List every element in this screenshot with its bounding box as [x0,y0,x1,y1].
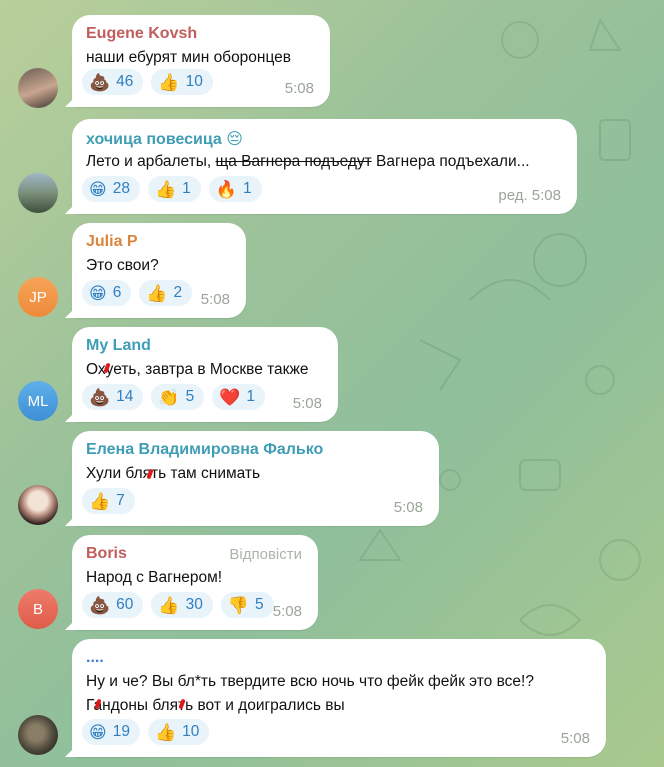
reaction-count: 1 [246,388,256,405]
grin-icon: 😁 [89,179,107,199]
reaction-thumbs-up[interactable]: 👍 1 [147,176,201,202]
fire-icon: 🔥 [215,179,237,199]
poop-icon: 💩 [89,595,111,615]
message-time: 5:08 [393,499,423,516]
message-text: Народ с Вагнером! [86,569,223,586]
message-bubble[interactable]: Елена Владимировна Фалько Хули блять там… [72,431,439,526]
reactions: 💩 46 👍 10 [82,69,213,95]
reaction-count: 5 [185,388,195,405]
reaction-thumbs-up[interactable]: 👍 30 [151,592,213,618]
reaction-count: 5 [255,596,264,613]
reaction-grin[interactable]: 😁 6 [82,280,132,306]
reaction-poop[interactable]: 💩 14 [82,384,144,410]
reaction-thumbs-up[interactable]: 👍 2 [139,280,193,306]
reactions: 😁 6 👍 2 [82,280,193,306]
reaction-clap[interactable]: 👏 5 [151,384,205,410]
message-text: Лето и арбалеты, ща Вагнера подъедут Ваг… [86,153,530,170]
message-text: Охуеть, завтра в Москве также [86,361,309,378]
avatar-elena[interactable] [18,485,58,525]
reaction-count: 2 [173,284,183,301]
sender-name[interactable]: Julia P [86,233,138,251]
grin-icon: 😁 [89,283,107,303]
message-bubble[interactable]: Eugene Kovsh наши ебурят мин оборонцев 💩… [72,15,330,107]
reaction-count: 1 [242,180,252,197]
message-time: 5:08 [272,603,302,620]
reaction-count: 60 [116,596,134,613]
reactions: 💩 14 👏 5 ❤️ 1 [82,384,266,410]
message-text: наши ебурят мин оборонцев [86,49,292,66]
struck-text: ща Вагнера подъедут [215,153,372,170]
reaction-thumbs-up[interactable]: 👍 10 [151,69,213,95]
heart-icon: ❤️ [219,387,241,407]
thumbs-up-icon: 👍 [158,72,180,92]
sender-name[interactable]: Boris [86,545,127,563]
thumbs-down-icon: 👎 [227,595,250,615]
avatar-hochica[interactable] [18,173,58,213]
reaction-fire[interactable]: 🔥 1 [208,176,262,202]
poop-icon: 💩 [89,72,111,92]
reaction-count: 46 [116,73,134,90]
message-time: 5:08 [560,730,590,747]
avatar-boris[interactable]: B [18,589,58,629]
reaction-count: 10 [182,723,200,740]
avatar-eugene-kovsh[interactable] [18,68,58,108]
reaction-count: 7 [116,492,125,509]
reactions: 😁 19 👍 10 [82,719,210,745]
reaction-poop[interactable]: 💩 46 [82,69,144,95]
avatar-dots[interactable] [18,715,58,755]
message-text-line-2: Гандоны блять вот и доигрались вы [86,697,345,714]
reaction-count: 14 [116,388,134,405]
message-text-line-1: Ну и че? Вы бл*ть твердите всю ночь что … [86,673,534,690]
reaction-count: 10 [185,73,203,90]
reaction-count: 28 [112,180,130,197]
message-bubble[interactable]: хочица повесица 😔 Лето и арбалеты, ща Ва… [72,119,577,214]
reaction-count: 1 [182,180,191,197]
reactions: 💩 60 👍 30 👎 5 [82,592,274,618]
message-time: 5:08 [284,80,314,97]
thumbs-up-icon: 👍 [89,491,111,511]
reaction-thumbs-down[interactable]: 👎 5 [220,592,274,618]
avatar-my-land[interactable]: ML [18,381,58,421]
sender-name[interactable]: .... [86,649,104,667]
reaction-grin[interactable]: 😁 28 [82,176,140,202]
sender-name[interactable]: Елена Владимировна Фалько [86,441,323,459]
message-bubble[interactable]: My Land Охуеть, завтра в Москве также 💩 1… [72,327,338,422]
sender-name[interactable]: Eugene Kovsh [86,25,197,43]
message-bubble[interactable]: .... Ну и че? Вы бл*ть твердите всю ночь… [72,639,606,757]
avatar-julia-p[interactable]: JP [18,277,58,317]
clap-icon: 👏 [158,387,180,407]
sender-name[interactable]: My Land [86,337,151,355]
thumbs-up-icon: 👍 [154,722,177,742]
message-text: Хули блять там снимать [86,465,261,482]
reaction-count: 19 [112,723,130,740]
reactions: 👍 7 [82,488,135,514]
thumbs-up-icon: 👍 [154,179,177,199]
reaction-thumbs-up[interactable]: 👍 10 [147,719,210,745]
thumbs-up-icon: 👍 [146,283,168,303]
message-bubble[interactable]: Julia P Это свои? 😁 6 👍 2 5:08 [72,223,246,318]
thumbs-up-icon: 👍 [158,595,180,615]
sender-name[interactable]: хочица повесица 😔 [86,129,243,149]
reaction-count: 6 [112,284,122,301]
reaction-count: 30 [185,596,203,613]
message-bubble[interactable]: Boris Відповісти Народ с Вагнером! 💩 60 👍… [72,535,318,630]
message-time: 5:08 [200,291,230,308]
reaction-heart[interactable]: ❤️ 1 [212,384,266,410]
reactions: 😁 28 👍 1 🔥 1 [82,176,262,202]
message-time: ред. 5:08 [498,187,561,204]
grin-icon: 😁 [89,722,107,742]
poop-icon: 💩 [89,387,111,407]
message-time: 5:08 [292,395,322,412]
reaction-thumbs-up[interactable]: 👍 7 [82,488,135,514]
reaction-poop[interactable]: 💩 60 [82,592,144,618]
reaction-grin[interactable]: 😁 19 [82,719,140,745]
reply-button[interactable]: Відповісти [229,546,302,563]
message-text: Это свои? [86,257,159,274]
